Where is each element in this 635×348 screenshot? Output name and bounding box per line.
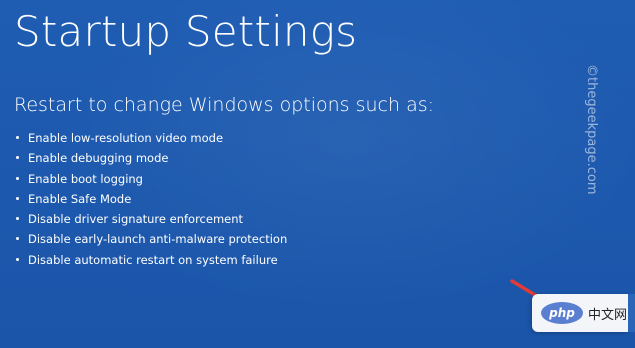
php-logo-icon: php xyxy=(541,302,583,324)
list-item: Disable driver signature enforcement xyxy=(16,209,287,229)
list-item: Disable automatic restart on system fail… xyxy=(16,250,287,270)
bullet-icon xyxy=(16,257,19,261)
php-logo-text: php xyxy=(548,306,575,320)
startup-settings-screen: Startup Settings Restart to change Windo… xyxy=(0,0,635,348)
list-item: Enable Safe Mode xyxy=(16,189,287,209)
option-label: Disable early-launch anti-malware protec… xyxy=(28,232,288,247)
startup-options-list: Enable low-resolution video mode Enable … xyxy=(16,128,287,270)
bullet-icon xyxy=(16,136,19,139)
bullet-icon xyxy=(16,196,19,200)
list-item: Enable debugging mode xyxy=(16,148,287,168)
option-label: Disable automatic restart on system fail… xyxy=(28,252,278,267)
bullet-icon xyxy=(16,217,19,221)
page-title: Startup Settings xyxy=(14,7,358,56)
option-label: Disable driver signature enforcement xyxy=(28,212,244,227)
watermark-text: ©thegeekpage.com xyxy=(584,64,599,195)
list-item: Enable low-resolution video mode xyxy=(16,128,287,148)
list-item: Enable boot logging xyxy=(16,169,287,189)
php-badge[interactable]: php 中文网 xyxy=(532,294,628,332)
option-label: Enable debugging mode xyxy=(28,151,169,166)
bullet-icon xyxy=(16,176,19,180)
option-label: Enable boot logging xyxy=(28,171,143,186)
page-subtitle: Restart to change Windows options such a… xyxy=(14,94,435,116)
bullet-icon xyxy=(16,156,19,160)
edge-strip xyxy=(628,294,635,332)
option-label: Enable low-resolution video mode xyxy=(28,131,224,145)
option-label: Enable Safe Mode xyxy=(28,191,132,206)
list-item: Disable early-launch anti-malware protec… xyxy=(16,229,287,249)
badge-label: 中文网 xyxy=(588,307,628,323)
bullet-icon xyxy=(16,237,19,241)
